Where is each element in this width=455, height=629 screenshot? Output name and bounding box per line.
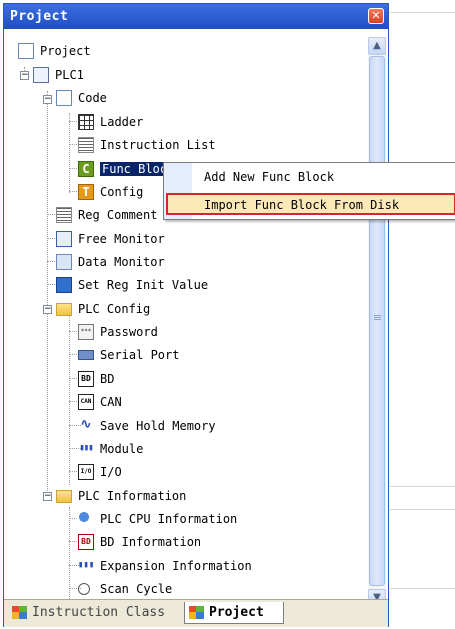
- serial-port-icon: [78, 350, 94, 360]
- panel-title: Project: [10, 9, 69, 24]
- instruction-class-tab-icon: [12, 606, 28, 620]
- config-icon: T: [78, 184, 94, 200]
- ladder-icon: [78, 114, 94, 130]
- reg-comment-icon: [56, 207, 72, 223]
- tree-item-label: Save Hold Memory: [100, 419, 216, 433]
- tree-line: [47, 91, 48, 501]
- tree-item-label: Data Monitor: [78, 255, 165, 269]
- free-monitor-icon: [56, 231, 72, 247]
- tree-item-label: Ladder: [100, 115, 144, 129]
- scroll-up-button[interactable]: ▲: [368, 37, 386, 55]
- tree-item-label: BD: [100, 372, 115, 386]
- background-divider: [390, 509, 455, 510]
- scan-cycle-icon: [78, 583, 90, 595]
- tree-item-label: Module: [100, 442, 144, 456]
- tab-instruction-class[interactable]: Instruction Class: [8, 602, 182, 624]
- scroll-thumb[interactable]: [369, 56, 385, 586]
- menu-item-import-func-block-from-disk[interactable]: Import Func Block From Disk: [166, 193, 455, 215]
- plc-icon: [33, 67, 49, 83]
- tree-item-label: PLC Config: [78, 302, 151, 316]
- background-divider: [390, 588, 455, 589]
- menu-item-label: Import Func Block From Disk: [204, 198, 400, 212]
- save-hold-memory-icon: ∿: [80, 417, 92, 432]
- project-tree: − − − − Project PLC1 Code Ladder Instruc…: [4, 29, 366, 599]
- collapse-toggle-code[interactable]: −: [43, 95, 52, 104]
- grip-icon: [374, 315, 381, 321]
- background-divider: [390, 486, 455, 487]
- module-icon: ▮▮▮: [79, 443, 93, 453]
- tree-scrollbar[interactable]: ▲ ▼: [368, 37, 386, 607]
- set-reg-init-icon: [56, 277, 72, 293]
- background-divider: [390, 12, 455, 13]
- tree-item-label: CAN: [100, 395, 122, 409]
- close-icon: ✕: [371, 9, 381, 22]
- tree-line: [69, 113, 70, 193]
- tab-project[interactable]: Project: [184, 602, 284, 624]
- bd-information-icon: BD: [78, 534, 94, 550]
- instruction-list-icon: [78, 137, 94, 153]
- data-monitor-icon: [56, 254, 72, 270]
- project-panel: Project ✕ − − − − Project PLC1 Code Ladd…: [3, 3, 389, 627]
- expansion-information-icon: ▮▮▮: [78, 560, 95, 570]
- background-area: [390, 0, 455, 629]
- tree-item-label: Expansion Information: [100, 559, 252, 573]
- project-tab-icon: [189, 606, 205, 620]
- close-button[interactable]: ✕: [368, 8, 384, 24]
- tree-item-label: Scan Cycle: [100, 582, 173, 596]
- tree-item-label: Code: [78, 91, 107, 105]
- func-block-icon: C: [78, 161, 94, 177]
- folder-icon: [56, 490, 72, 503]
- collapse-toggle-plc-config[interactable]: −: [43, 305, 52, 314]
- tree-item-label: Password: [100, 325, 158, 339]
- io-icon: I/O: [78, 464, 94, 480]
- tree-item-label: Project: [40, 44, 91, 58]
- tab-label: Instruction Class: [32, 605, 166, 620]
- code-page-icon: [56, 90, 72, 106]
- password-icon: ***: [78, 324, 94, 340]
- collapse-toggle-plc-information[interactable]: −: [43, 492, 52, 501]
- folder-icon: [56, 303, 72, 316]
- tree-item-label: Serial Port: [100, 348, 180, 362]
- tree-item-label: I/O: [100, 465, 122, 479]
- panel-titlebar[interactable]: Project ✕: [4, 4, 388, 29]
- cpu-information-icon: [78, 511, 94, 527]
- tab-label: Project: [209, 605, 264, 620]
- menu-item-label: Add New Func Block: [204, 170, 335, 184]
- tree-item-label: BD Information: [100, 535, 202, 549]
- collapse-toggle-plc1[interactable]: −: [20, 71, 29, 80]
- tree-item-label: Reg Comment: [78, 208, 158, 222]
- tree-item-label: Free Monitor: [78, 232, 165, 246]
- tree-line: [69, 313, 70, 485]
- tree-line: [69, 507, 70, 599]
- tree-item-label: PLC Information: [78, 489, 187, 503]
- bd-icon: BD: [78, 371, 94, 387]
- context-menu: Add New Func Block Import Func Block Fro…: [163, 162, 455, 220]
- project-icon: [18, 43, 34, 59]
- menu-item-add-new-func-block[interactable]: Add New Func Block: [196, 166, 452, 188]
- tree-item-label: PLC CPU Information: [100, 512, 238, 526]
- tree-item-label: Set Reg Init Value: [78, 278, 209, 292]
- tree-item-label: Config: [100, 185, 144, 199]
- tree-item-label: Instruction List: [100, 138, 216, 152]
- panel-tabs: Instruction Class Project: [4, 599, 388, 627]
- can-icon: CAN: [78, 394, 94, 410]
- tree-item-label: PLC1: [55, 68, 84, 82]
